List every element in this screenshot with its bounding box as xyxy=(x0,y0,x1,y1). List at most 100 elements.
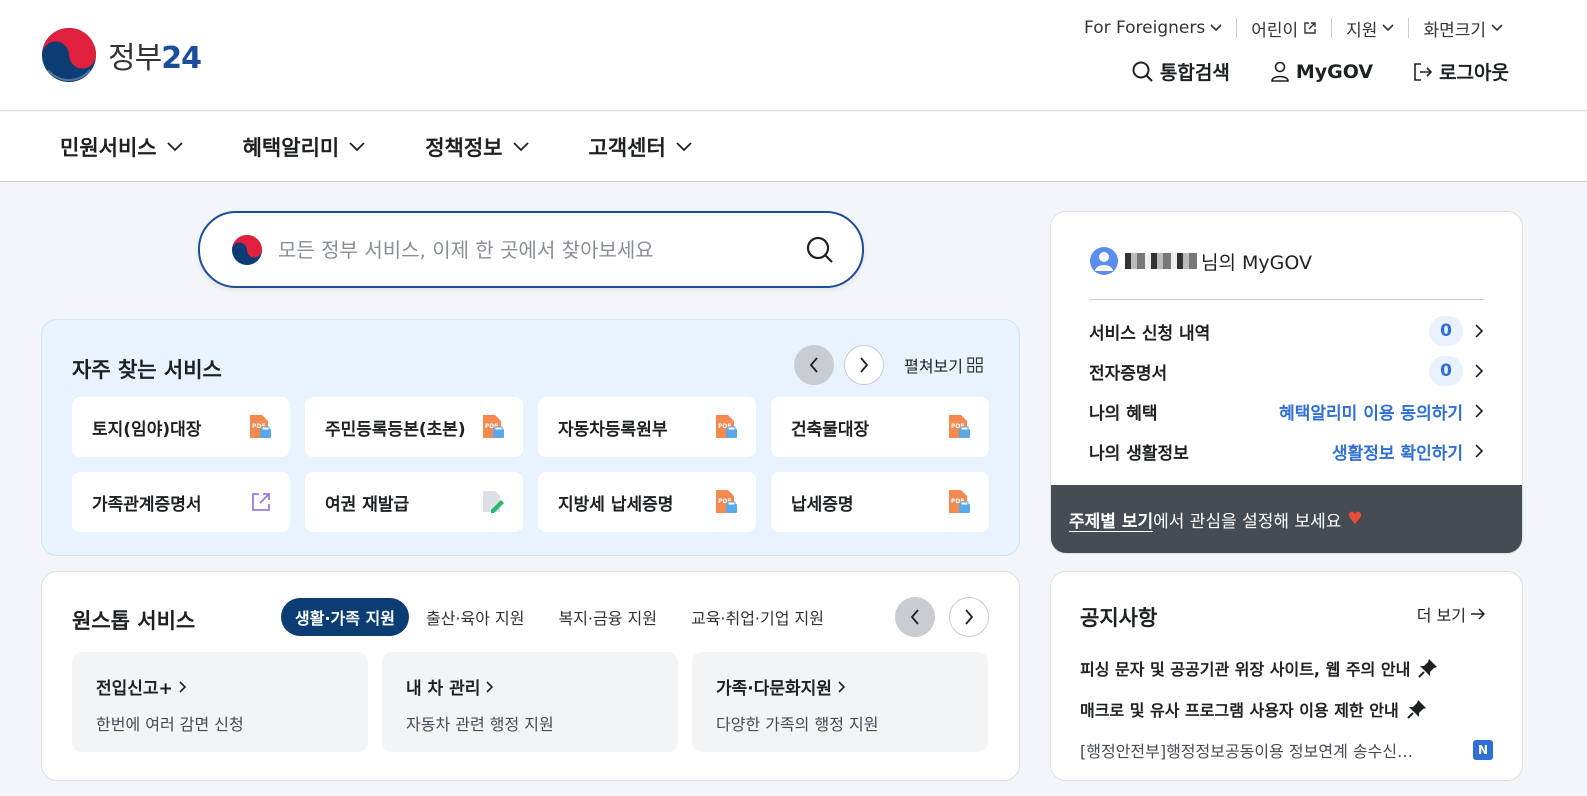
life-info-link[interactable]: 생활정보 확인하기 xyxy=(1332,439,1463,464)
onestop-services-panel: 원스톱 서비스 생활·가족 지원 출산·육아 지원 복지·금융 지원 교육·취업… xyxy=(41,571,1020,781)
chevron-right-icon xyxy=(860,357,869,373)
chevron-right-icon xyxy=(965,609,974,625)
pdf-doc-icon: PDF xyxy=(949,490,970,513)
integrated-search-button[interactable]: 통합검색 xyxy=(1132,58,1230,85)
main-search-bar xyxy=(198,211,864,288)
arrow-right-icon xyxy=(1471,608,1486,620)
topic-view-link[interactable]: 주제별 보기 xyxy=(1069,507,1153,532)
notice-item[interactable]: 피싱 문자 및 공공기관 위장 사이트, 웹 주의 안내 xyxy=(1080,647,1493,688)
tab-birth-childcare[interactable]: 출산·육아 지원 xyxy=(409,598,542,636)
chevron-down-icon xyxy=(676,141,692,151)
notice-panel: 공지사항 더 보기 피싱 문자 및 공공기관 위장 사이트, 웹 주의 안내 매… xyxy=(1050,571,1523,781)
user-icon xyxy=(1271,61,1289,82)
gov24-logo[interactable]: 정부24 xyxy=(40,26,202,84)
service-card-local-tax-cert[interactable]: 지방세 납세증명 PDF xyxy=(538,472,756,532)
onestop-card-family-multicultural[interactable]: 가족·다문화지원 다양한 가족의 행정 지원 xyxy=(692,652,988,752)
notice-item[interactable]: [행정안전부]행정정보공동이용 정보연계 송수신… N xyxy=(1080,729,1493,770)
logout-icon xyxy=(1414,62,1433,81)
pdf-doc-icon: PDF xyxy=(483,415,504,438)
frequent-services-panel: 자주 찾는 서비스 펼쳐보기 토지(임야)대장 PDF 주민등록등본(초본) P… xyxy=(41,319,1020,556)
search-input[interactable] xyxy=(278,237,806,262)
expand-button[interactable]: 펼쳐보기 xyxy=(904,353,983,377)
service-card-passport-reissue[interactable]: 여권 재발급 xyxy=(305,472,523,532)
nav-policy-info[interactable]: 정책정보 xyxy=(425,132,529,162)
pdf-doc-icon: PDF xyxy=(250,415,271,438)
onestop-card-move-in[interactable]: 전입신고+ 한번에 여러 감면 신청 xyxy=(72,652,368,752)
header-actions: 통합검색 MyGOV 로그아웃 xyxy=(1092,58,1509,85)
external-link-icon xyxy=(1304,22,1316,34)
pdf-doc-icon: PDF xyxy=(716,490,737,513)
new-badge: N xyxy=(1473,739,1493,760)
redacted-username xyxy=(1125,253,1197,269)
count-badge: 0 xyxy=(1429,356,1463,386)
chevron-down-icon xyxy=(1491,24,1503,32)
mygov-greeting: 님의 MyGOV xyxy=(1089,246,1312,276)
service-card-resident-register[interactable]: 주민등록등본(초본) PDF xyxy=(305,397,523,457)
service-card-grid: 토지(임야)대장 PDF 주민등록등본(초본) PDF 자동차등록원부 PDF … xyxy=(72,397,989,532)
chevron-right-icon xyxy=(179,680,186,693)
logout-button[interactable]: 로그아웃 xyxy=(1413,58,1509,85)
carousel-controls: 펼쳐보기 xyxy=(784,345,983,385)
mygov-panel: 님의 MyGOV 서비스 신청 내역 0 전자증명서 0 나의 혜택 혜택알리미… xyxy=(1050,211,1523,554)
section-title: 공지사항 xyxy=(1080,606,1158,630)
taegeuk-logo-icon xyxy=(232,234,262,265)
mygov-row-my-benefits[interactable]: 나의 혜택 혜택알리미 이용 동의하기 xyxy=(1089,391,1484,431)
nav-benefit-alert[interactable]: 혜택알리미 xyxy=(243,132,366,162)
mygov-button[interactable]: MyGOV xyxy=(1270,61,1373,83)
external-link-icon xyxy=(252,493,270,511)
chevron-down-icon xyxy=(166,141,183,151)
utility-links: For Foreigners 어린이 지원 화면크기 xyxy=(1070,18,1517,41)
util-kids[interactable]: 어린이 xyxy=(1236,18,1331,41)
heart-icon: ♥ xyxy=(1347,509,1363,529)
prev-button[interactable] xyxy=(895,597,935,637)
avatar xyxy=(1090,247,1118,275)
prev-button[interactable] xyxy=(794,345,835,385)
site-header: 정부24 For Foreigners 어린이 지원 화면크기 통합검색 MyG… xyxy=(0,0,1587,111)
search-icon xyxy=(1132,61,1153,82)
nav-customer-center[interactable]: 고객센터 xyxy=(589,132,692,162)
service-card-building-register[interactable]: 건축물대장 PDF xyxy=(771,397,989,457)
next-button[interactable] xyxy=(949,597,989,637)
next-button[interactable] xyxy=(844,345,885,385)
nav-civil-services[interactable]: 민원서비스 xyxy=(60,132,183,162)
pdf-doc-icon: PDF xyxy=(716,415,737,438)
divider xyxy=(1089,299,1484,300)
tab-education-employment[interactable]: 교육·취업·기업 지원 xyxy=(674,598,841,636)
util-support[interactable]: 지원 xyxy=(1331,18,1408,41)
service-card-land-register[interactable]: 토지(임야)대장 PDF xyxy=(72,397,290,457)
pin-icon xyxy=(1406,699,1426,719)
mygov-row-applications[interactable]: 서비스 신청 내역 0 xyxy=(1089,311,1484,351)
chevron-left-icon xyxy=(809,357,818,373)
chevron-down-icon xyxy=(349,141,365,151)
mygov-row-life-info[interactable]: 나의 생활정보 생활정보 확인하기 xyxy=(1089,431,1484,471)
mygov-row-e-certificates[interactable]: 전자증명서 0 xyxy=(1089,351,1484,391)
util-for-foreigners[interactable]: For Foreigners xyxy=(1070,18,1236,38)
notice-list: 피싱 문자 및 공공기관 위장 사이트, 웹 주의 안내 매크로 및 유사 프로… xyxy=(1080,647,1493,770)
logo-text: 정부24 xyxy=(108,41,202,76)
service-card-vehicle-register[interactable]: 자동차등록원부 PDF xyxy=(538,397,756,457)
onestop-card-my-car[interactable]: 내 차 관리 자동차 관련 행정 지원 xyxy=(382,652,678,752)
chevron-right-icon xyxy=(1475,404,1484,418)
more-link[interactable]: 더 보기 xyxy=(1417,602,1486,626)
chevron-left-icon xyxy=(910,609,919,625)
util-screen-size[interactable]: 화면크기 xyxy=(1408,18,1517,41)
chevron-right-icon xyxy=(1475,444,1484,458)
notice-item[interactable]: 매크로 및 유사 프로그램 사용자 이용 제한 안내 xyxy=(1080,688,1493,729)
chevron-right-icon xyxy=(838,680,846,693)
service-card-tax-cert[interactable]: 납세증명 PDF xyxy=(771,472,989,532)
mygov-footer-banner: 주제별 보기 에서 관심을 설정해 보세요 ♥ xyxy=(1051,485,1522,553)
tab-welfare-finance[interactable]: 복지·금융 지원 xyxy=(541,598,674,636)
benefit-consent-link[interactable]: 혜택알리미 이용 동의하기 xyxy=(1279,399,1463,424)
service-card-family-relation[interactable]: 가족관계증명서 xyxy=(72,472,290,532)
onestop-tabs: 생활·가족 지원 출산·육아 지원 복지·금융 지원 교육·취업·기업 지원 xyxy=(281,598,841,636)
chevron-down-icon xyxy=(1210,24,1222,32)
search-icon[interactable] xyxy=(806,236,834,264)
tab-controls xyxy=(881,597,989,637)
tab-life-family[interactable]: 생활·가족 지원 xyxy=(281,598,409,636)
chevron-right-icon xyxy=(1475,364,1484,378)
mygov-rows: 서비스 신청 내역 0 전자증명서 0 나의 혜택 혜택알리미 이용 동의하기 … xyxy=(1089,311,1484,471)
pin-icon xyxy=(1418,658,1438,678)
main-nav: 민원서비스 혜택알리미 정책정보 고객센터 xyxy=(0,112,1587,182)
taegeuk-logo-icon xyxy=(42,28,96,82)
onestop-cards: 전입신고+ 한번에 여러 감면 신청 내 차 관리 자동차 관련 행정 지원 가… xyxy=(72,652,988,752)
